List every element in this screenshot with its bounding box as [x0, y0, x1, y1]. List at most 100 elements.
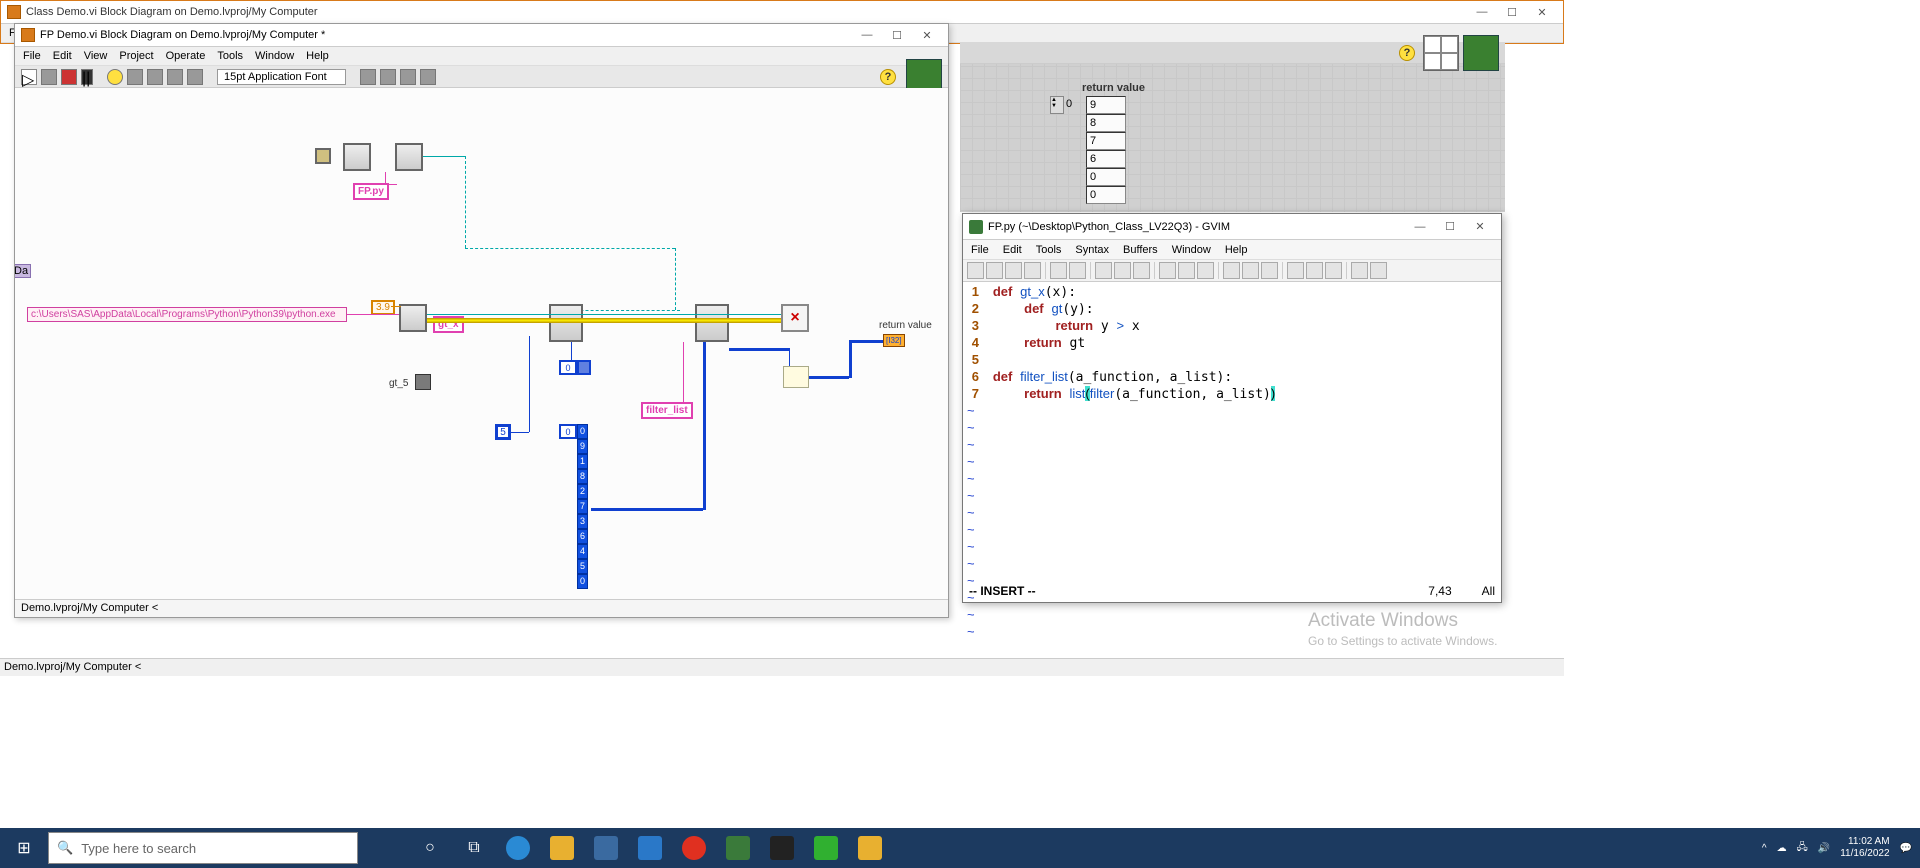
script-icon[interactable] [1325, 262, 1342, 279]
array-cell[interactable]: 7 [1086, 132, 1126, 150]
find-icon[interactable] [1159, 262, 1176, 279]
paste-icon[interactable] [1133, 262, 1150, 279]
ctags-icon[interactable] [1242, 262, 1259, 279]
store-icon[interactable] [584, 828, 628, 868]
taskview-icon[interactable]: ⧉ [452, 828, 496, 868]
step-out-icon[interactable] [187, 69, 203, 85]
news-widget[interactable] [358, 828, 408, 868]
undo-icon[interactable] [1050, 262, 1067, 279]
bd-canvas[interactable]: FP.py c:\Users\SAS\AppData\Local\Program… [15, 88, 948, 599]
menu-operate[interactable]: Operate [166, 50, 206, 62]
array-cell[interactable]: 0 [1086, 186, 1126, 204]
array-item[interactable]: 5 [577, 559, 588, 574]
bd-toolbar[interactable]: ▷ || 15pt Application Font ? [15, 66, 948, 88]
return-value-terminal[interactable]: [I32] [883, 334, 905, 347]
variant-node[interactable] [783, 366, 809, 388]
menu-buffers[interactable]: Buffers [1123, 244, 1158, 256]
minimize-icon[interactable]: — [852, 24, 882, 46]
pause-icon[interactable]: || [81, 69, 93, 85]
copy-icon[interactable] [1114, 262, 1131, 279]
cleanup-icon[interactable] [420, 69, 436, 85]
media-icon[interactable] [848, 828, 892, 868]
bd-menubar[interactable]: File Edit View Project Operate Tools Win… [15, 47, 948, 66]
step-over-icon[interactable] [167, 69, 183, 85]
python-version-constant[interactable]: 3.9 [371, 300, 395, 315]
vi-icon[interactable] [1463, 35, 1499, 71]
maximize-icon[interactable]: ☐ [1497, 1, 1527, 23]
align-icon[interactable] [360, 69, 376, 85]
gt5-node[interactable] [415, 374, 431, 390]
taskbar-search[interactable]: 🔍 Type here to search [48, 832, 358, 864]
cut-icon[interactable] [1095, 262, 1112, 279]
open-icon[interactable] [967, 262, 984, 279]
five-constant[interactable]: 5 [495, 424, 511, 440]
retain-icon[interactable] [127, 69, 143, 85]
terminal-icon[interactable] [760, 828, 804, 868]
redo-icon[interactable] [1069, 262, 1086, 279]
property-node-1[interactable] [343, 143, 371, 171]
findhelp-icon[interactable] [1370, 262, 1387, 279]
make-icon[interactable] [1223, 262, 1240, 279]
close-icon[interactable]: ✕ [912, 24, 942, 46]
minimize-icon[interactable]: — [1467, 1, 1497, 23]
notification-icon[interactable]: 💬 [1900, 843, 1912, 854]
minimize-icon[interactable]: — [1405, 216, 1435, 238]
gvim-titlebar[interactable]: FP.py (~\Desktop\Python_Class_LV22Q3) - … [963, 214, 1501, 240]
menu-edit[interactable]: Edit [53, 50, 72, 62]
bd-titlebar[interactable]: FP Demo.vi Block Diagram on Demo.lvproj/… [15, 24, 948, 47]
tray-volume-icon[interactable]: 🔊 [1818, 843, 1830, 854]
font-selector[interactable]: 15pt Application Font [217, 69, 346, 85]
python-node-2[interactable] [695, 304, 729, 342]
gvim-editor[interactable]: 1 def gt_x(x): 2 def gt(y): 3 return y >… [963, 282, 1501, 584]
findnext-icon[interactable] [1178, 262, 1195, 279]
run-icon[interactable]: ▷ [21, 69, 37, 85]
opera-icon[interactable] [672, 828, 716, 868]
menu-syntax[interactable]: Syntax [1075, 244, 1109, 256]
property-node-2[interactable] [395, 143, 423, 171]
menu-view[interactable]: View [84, 50, 108, 62]
array-item[interactable]: 9 [577, 439, 588, 454]
gvim-menubar[interactable]: File Edit Tools Syntax Buffers Window He… [963, 240, 1501, 260]
menu-edit[interactable]: Edit [1003, 244, 1022, 256]
close-python-node[interactable]: × [781, 304, 809, 332]
system-tray[interactable]: ^ ☁ 🖧 🔊 11:02 AM 11/16/2022 💬 [1754, 836, 1920, 860]
array-item[interactable]: 6 [577, 529, 588, 544]
array-item[interactable]: 2 [577, 484, 588, 499]
session-save-icon[interactable] [1306, 262, 1323, 279]
array-item[interactable]: 3 [577, 514, 588, 529]
findprev-icon[interactable] [1197, 262, 1214, 279]
save-icon[interactable] [986, 262, 1003, 279]
tray-onedrive-icon[interactable]: ☁ [1777, 843, 1787, 854]
array-item[interactable]: 1 [577, 454, 588, 469]
run-cont-icon[interactable] [41, 69, 57, 85]
start-button[interactable]: ⊞ [0, 828, 48, 868]
step-into-icon[interactable] [147, 69, 163, 85]
open-python-node[interactable] [399, 304, 427, 332]
reorder-icon[interactable] [400, 69, 416, 85]
print-icon[interactable] [1024, 262, 1041, 279]
highlight-icon[interactable] [107, 69, 123, 85]
tray-network-icon[interactable]: 🖧 [1797, 840, 1808, 857]
close-icon[interactable]: ✕ [1465, 216, 1495, 238]
array-item[interactable]: 8 [577, 469, 588, 484]
saveall-icon[interactable] [1005, 262, 1022, 279]
array-cell[interactable]: 8 [1086, 114, 1126, 132]
abort-icon[interactable] [61, 69, 77, 85]
filter-list-constant[interactable]: filter_list [641, 402, 693, 419]
menu-help[interactable]: Help [1225, 244, 1248, 256]
menu-help[interactable]: Help [306, 50, 329, 62]
tray-chevron-icon[interactable]: ^ [1762, 843, 1767, 854]
session-load-icon[interactable] [1287, 262, 1304, 279]
menu-project[interactable]: Project [119, 50, 153, 62]
menu-file[interactable]: File [971, 244, 989, 256]
array-cell[interactable]: 9 [1086, 96, 1126, 114]
array-item[interactable]: 0 [577, 574, 588, 589]
array-constant[interactable]: 0 0 9 1 8 2 7 3 6 4 5 0 [559, 424, 588, 589]
array-cell[interactable]: 6 [1086, 150, 1126, 168]
help-icon[interactable]: ? [880, 69, 896, 85]
array-cell[interactable]: 0 [1086, 168, 1126, 186]
python-path-constant[interactable]: c:\Users\SAS\AppData\Local\Programs\Pyth… [27, 307, 347, 322]
distribute-icon[interactable] [380, 69, 396, 85]
connector-pane[interactable] [1423, 35, 1459, 71]
array-item[interactable]: 0 [577, 424, 588, 439]
